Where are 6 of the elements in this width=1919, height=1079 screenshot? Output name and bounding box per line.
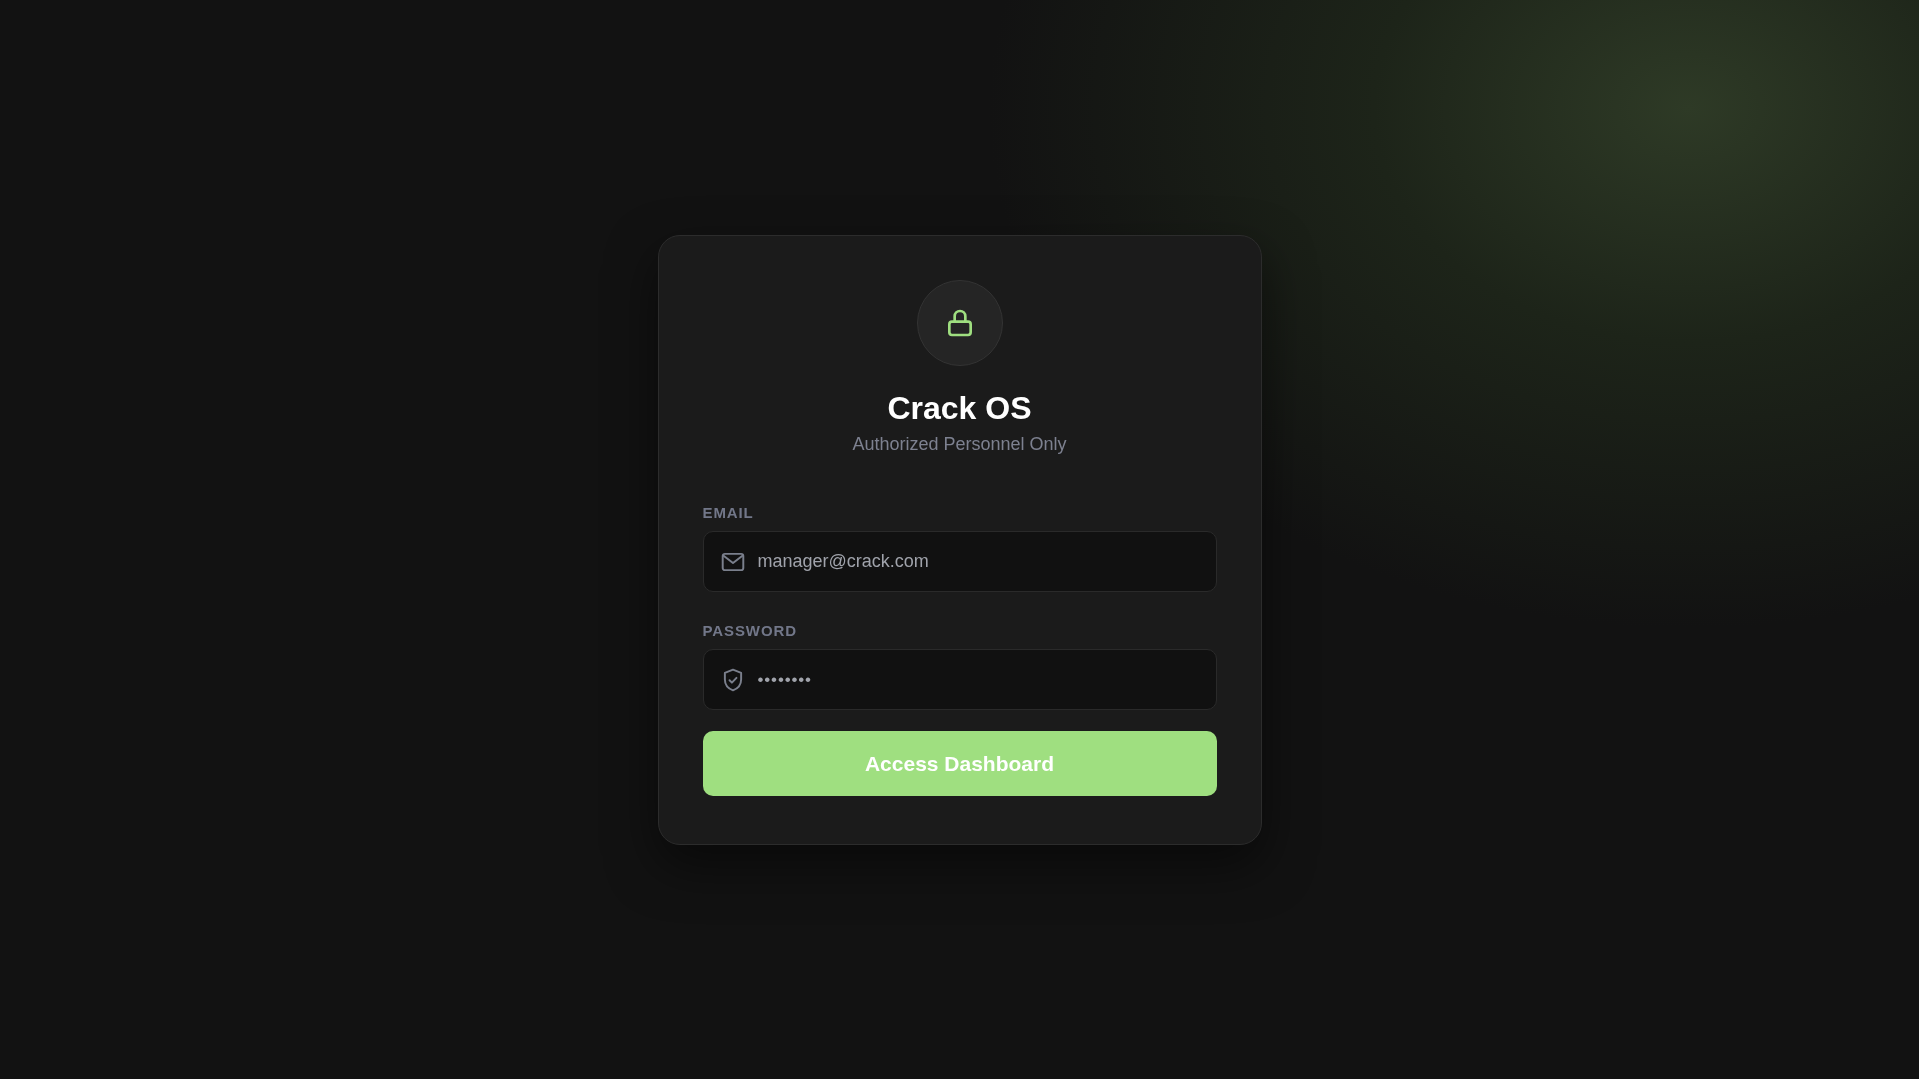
subtitle: Authorized Personnel Only [852,433,1067,456]
app-title: Crack OS [887,389,1032,428]
password-field[interactable]: •••••••• [702,649,1217,710]
email-field[interactable]: manager@crack.com [702,531,1217,592]
field-label: EMAIL [702,504,755,522]
field-label: PASSWORD [702,622,798,640]
